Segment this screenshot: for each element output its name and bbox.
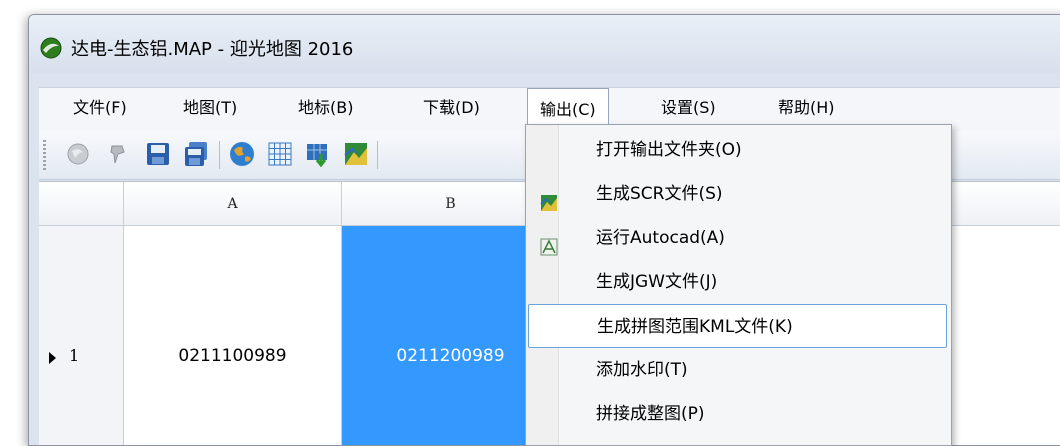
earth-globe-icon[interactable] [225, 137, 259, 171]
row-header[interactable]: 1 [39, 226, 124, 445]
save-icon[interactable] [141, 137, 175, 171]
row-number: 1 [69, 346, 80, 365]
output-dropdown-menu: 打开输出文件夹(O) 生成SCR文件(S) 运行Autocad(A) 生成JGW… [525, 124, 952, 446]
menu-item-label: 运行Autocad(A) [596, 228, 725, 248]
menu-item-add-watermark[interactable]: 添加水印(T) [528, 348, 947, 392]
title-bar[interactable]: 达电-生态铝.MAP - 迎光地图 2016 [29, 15, 1060, 73]
window-title: 达电-生态铝.MAP - 迎光地图 2016 [71, 39, 354, 60]
cell-value: 0211100989 [178, 346, 287, 366]
pin-gray-icon[interactable] [101, 137, 135, 171]
map-image-icon[interactable] [339, 137, 373, 171]
toolbar-separator [377, 141, 378, 169]
menu-item-label: 生成拼图范围KML文件(K) [597, 317, 793, 337]
menu-item-label: 生成SCR文件(S) [596, 184, 723, 204]
menu-landmark[interactable]: 地标(B) [286, 88, 365, 128]
menu-item-label: 生成JGW文件(J) [596, 272, 718, 292]
globe-gray-icon[interactable] [61, 137, 95, 171]
toolbar-separator [219, 141, 220, 169]
menu-help[interactable]: 帮助(H) [766, 88, 847, 128]
menu-item-label: 打开输出文件夹(O) [596, 140, 742, 160]
menu-map[interactable]: 地图(T) [171, 88, 249, 128]
menu-item-label: 拼接成整图(P) [596, 404, 705, 424]
corner-header[interactable] [39, 182, 124, 226]
menu-file[interactable]: 文件(F) [61, 88, 139, 128]
menu-item-generate-scr[interactable]: 生成SCR文件(S) [528, 172, 947, 216]
save-as-icon[interactable] [179, 137, 213, 171]
autocad-icon [540, 229, 558, 256]
menu-item-generate-kml[interactable]: 生成拼图范围KML文件(K) [528, 304, 947, 348]
current-row-arrow-icon [49, 352, 56, 364]
export-download-icon[interactable] [301, 137, 335, 171]
menu-item-label: 添加水印(T) [596, 360, 688, 380]
grid-icon[interactable] [263, 137, 297, 171]
scr-map-icon [540, 185, 558, 211]
menu-item-open-output-folder[interactable]: 打开输出文件夹(O) [528, 128, 947, 172]
menu-download[interactable]: 下载(D) [411, 88, 492, 128]
grid-cell-a1[interactable]: 0211100989 [124, 226, 342, 445]
menu-settings[interactable]: 设置(S) [649, 88, 728, 128]
menu-item-stitch-image[interactable]: 拼接成整图(P) [528, 392, 947, 436]
menu-item-run-autocad[interactable]: 运行Autocad(A) [528, 216, 947, 260]
menu-item-generate-jgw[interactable]: 生成JGW文件(J) [528, 260, 947, 304]
column-header-a[interactable]: A [124, 182, 342, 226]
toolbar-grip[interactable] [43, 140, 46, 170]
app-logo-icon [40, 37, 62, 59]
